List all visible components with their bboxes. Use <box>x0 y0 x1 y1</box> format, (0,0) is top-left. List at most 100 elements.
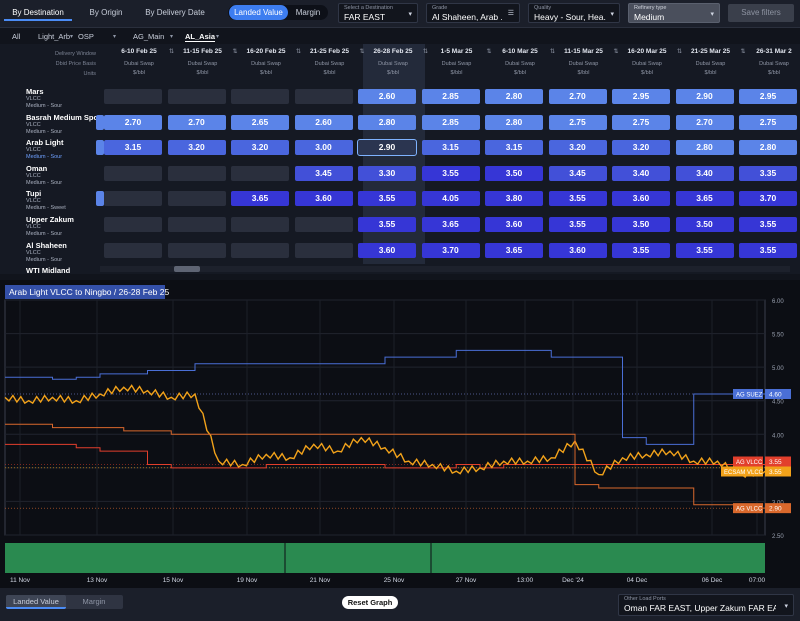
price-cell[interactable]: 2.70 <box>167 114 226 130</box>
column-header[interactable]: 16-20 Feb 25 Dubai Swap $/bbl ⇅ <box>235 48 301 76</box>
price-cell[interactable]: 2.65 <box>231 114 289 130</box>
tab-by-origin[interactable]: By Origin <box>76 4 136 21</box>
price-cell[interactable]: 3.60 <box>485 217 543 232</box>
bottom-landed-value-button[interactable]: Landed Value <box>6 595 66 609</box>
price-cell[interactable]: 2.95 <box>739 89 797 104</box>
price-cell[interactable] <box>96 114 104 130</box>
price-cell[interactable]: 3.65 <box>421 217 480 232</box>
price-cell[interactable]: 2.75 <box>739 114 797 130</box>
column-header[interactable]: 21-25 Feb 25 Dubai Swap $/bbl ⇅ <box>299 48 365 76</box>
price-cell[interactable]: 3.70 <box>421 242 480 258</box>
price-cell[interactable]: 2.90 <box>357 139 417 157</box>
column-header[interactable]: 6-10 Mar 25 Dubai Swap $/bbl ⇅ <box>489 48 555 76</box>
price-cell[interactable]: 2.70 <box>104 114 162 130</box>
price-cell[interactable] <box>104 89 162 104</box>
price-cell[interactable]: 3.00 <box>294 140 353 156</box>
price-cell[interactable]: 2.60 <box>294 114 353 130</box>
grade-select[interactable]: Grade Al Shaheen, Arab ... ☰ <box>426 3 520 23</box>
price-cell[interactable]: 3.50 <box>485 165 543 181</box>
price-cell[interactable] <box>167 165 226 181</box>
column-header[interactable]: 26-31 Mar 2Dubai Swap$/bbl⇅ <box>743 48 800 76</box>
price-cell[interactable]: 3.50 <box>612 217 670 232</box>
bottom-margin-button[interactable]: Margin <box>66 595 122 609</box>
price-cell[interactable]: 3.60 <box>548 242 607 258</box>
price-cell[interactable]: 3.20 <box>612 140 670 156</box>
price-cell[interactable]: 3.45 <box>294 165 353 181</box>
price-cell[interactable] <box>96 191 104 207</box>
column-header[interactable]: 6-10 Feb 25 Dubai Swap $/bbl ⇅ <box>108 48 174 76</box>
price-cell[interactable] <box>294 217 353 232</box>
price-cell[interactable]: 3.35 <box>739 165 797 181</box>
price-cell[interactable]: 3.65 <box>485 242 543 258</box>
price-cell[interactable] <box>104 242 162 258</box>
price-cell[interactable] <box>167 191 226 207</box>
price-cell[interactable]: 3.15 <box>485 140 543 156</box>
price-cell[interactable]: 3.30 <box>358 165 416 181</box>
price-cell[interactable] <box>231 165 289 181</box>
price-cell[interactable]: 3.40 <box>612 165 670 181</box>
price-cell[interactable]: 3.80 <box>485 191 543 207</box>
price-cell[interactable]: 3.55 <box>612 242 670 258</box>
price-cell[interactable] <box>104 191 162 207</box>
price-cell[interactable]: 2.80 <box>675 140 734 156</box>
price-cell[interactable]: 3.15 <box>104 140 162 156</box>
scrollbar-thumb[interactable] <box>174 266 200 272</box>
price-cell[interactable]: 2.70 <box>675 114 734 130</box>
price-cell[interactable] <box>167 217 226 232</box>
price-cell[interactable] <box>167 89 226 104</box>
filter-tab-osp[interactable]: OSP <box>78 32 94 41</box>
price-cell[interactable]: 3.20 <box>548 140 607 156</box>
price-cell[interactable] <box>104 217 162 232</box>
price-cell[interactable] <box>167 242 226 258</box>
column-header[interactable]: 26-28 Feb 25 Dubai Swap $/bbl ⇅ <box>362 48 428 76</box>
price-cell[interactable] <box>231 89 289 104</box>
margin-toggle[interactable]: Margin <box>289 5 327 20</box>
reset-graph-button[interactable]: Reset Graph <box>342 596 398 609</box>
price-cell[interactable]: 3.40 <box>675 165 734 181</box>
price-cell[interactable]: 3.65 <box>231 191 289 207</box>
price-cell[interactable]: 3.55 <box>421 165 480 181</box>
filter-tab-ag-main[interactable]: AG_Main <box>133 32 164 41</box>
column-header[interactable]: 21-25 Mar 25 Dubai Swap $/bbl ⇅ <box>680 48 746 76</box>
price-cell[interactable]: 3.60 <box>294 191 353 207</box>
price-cell[interactable] <box>231 217 289 232</box>
price-cell[interactable]: 2.85 <box>421 89 480 104</box>
price-cell[interactable]: 2.80 <box>485 89 543 104</box>
filter-tab-light-arb[interactable]: Light_Arb <box>38 32 70 41</box>
price-cell[interactable]: 3.60 <box>612 191 670 207</box>
price-cell[interactable]: 3.15 <box>421 140 480 156</box>
tab-by-delivery-date[interactable]: By Delivery Date <box>140 4 210 21</box>
price-cell[interactable]: 3.55 <box>739 217 797 232</box>
destination-select[interactable]: Select a Destination FAR EAST ▾ <box>338 3 418 23</box>
price-cell[interactable]: 3.55 <box>548 191 607 207</box>
filter-tab-all[interactable]: All <box>12 32 20 41</box>
refinery-select[interactable]: Refinery type Medium ▾ <box>628 3 720 23</box>
price-cell[interactable] <box>231 242 289 258</box>
price-cell[interactable]: 3.55 <box>358 217 416 232</box>
price-cell[interactable]: 2.70 <box>548 89 607 104</box>
price-cell[interactable]: 3.55 <box>739 242 797 258</box>
price-cell[interactable] <box>104 165 162 181</box>
price-cell[interactable]: 3.65 <box>675 191 734 207</box>
save-filters-button[interactable]: Save filters <box>728 4 794 22</box>
price-cell[interactable]: 2.80 <box>358 114 416 130</box>
price-cell[interactable] <box>96 140 104 156</box>
price-cell[interactable]: 3.20 <box>167 140 226 156</box>
price-cell[interactable]: 3.50 <box>675 217 734 232</box>
landed-value-toggle[interactable]: Landed Value <box>229 5 288 20</box>
price-cell[interactable]: 2.95 <box>612 89 670 104</box>
price-cell[interactable]: 3.55 <box>548 217 607 232</box>
filter-tab-al-asia[interactable]: AL_Asia <box>185 32 216 42</box>
price-cell[interactable]: 3.55 <box>675 242 734 258</box>
horizontal-scrollbar[interactable] <box>100 266 790 272</box>
price-cell[interactable] <box>294 89 353 104</box>
price-cell[interactable]: 3.60 <box>358 242 416 258</box>
price-cell[interactable]: 2.75 <box>548 114 607 130</box>
price-cell[interactable]: 2.90 <box>675 89 734 104</box>
column-header[interactable]: 11-15 Feb 25 Dubai Swap $/bbl ⇅ <box>172 48 237 76</box>
price-cell[interactable] <box>294 242 353 258</box>
price-cell[interactable]: 3.20 <box>231 140 289 156</box>
tab-by-destination[interactable]: By Destination <box>4 4 72 21</box>
column-header[interactable]: 1-5 Mar 25 Dubai Swap $/bbl ⇅ <box>426 48 492 76</box>
price-cell[interactable]: 2.80 <box>739 140 797 156</box>
